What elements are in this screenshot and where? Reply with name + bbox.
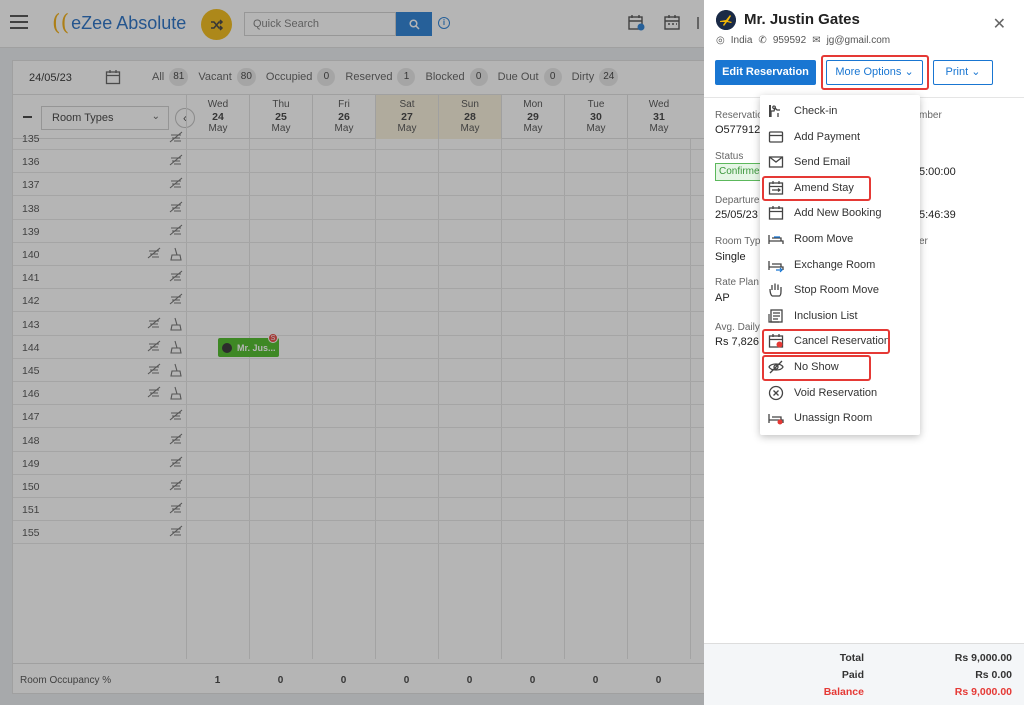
guest-avatar-icon: [716, 10, 736, 30]
bed-move-icon: [768, 231, 784, 247]
highlight-amend-stay: [762, 176, 871, 201]
guest-country: India: [730, 35, 753, 46]
menu-item-label: Add New Booking: [794, 207, 882, 220]
email-icon: ✉: [812, 35, 821, 46]
menu-item-stop-room-move[interactable]: Stop Room Move: [760, 278, 920, 302]
print-label: Print: [945, 66, 969, 78]
menu-item-label: Check-in: [794, 105, 838, 117]
guest-email[interactable]: jg@gmail.com: [827, 35, 891, 46]
menu-item-label: Inclusion List: [794, 309, 858, 322]
arrival-time: 5:00:00: [919, 166, 956, 178]
menu-item-label: Room Move: [794, 233, 854, 245]
bed-unassign-icon: [768, 410, 784, 426]
circle-x-icon: [768, 385, 784, 401]
rate-plan-label: Rate Plan: [715, 277, 759, 288]
check-in-icon: [768, 103, 784, 119]
menu-item-label: Send Email: [794, 156, 851, 169]
room-type-value: Single: [715, 251, 746, 263]
print-button[interactable]: Print ⌄: [933, 60, 993, 85]
total-value: Rs 9,000.00: [954, 652, 1012, 664]
balance-label: Balance: [823, 686, 864, 698]
total-label: Total: [839, 652, 864, 664]
envelope-icon: [768, 154, 784, 170]
menu-item-label: Exchange Room: [794, 258, 876, 271]
menu-item-void-reservation[interactable]: Void Reservation: [760, 381, 920, 405]
menu-item-room-move[interactable]: Room Move: [760, 227, 920, 251]
modal-backdrop[interactable]: [0, 0, 704, 705]
chevron-down-icon: ⌄: [971, 66, 981, 78]
menu-item-inclusion-list[interactable]: Inclusion List: [760, 304, 920, 328]
highlight-more-options: [821, 55, 929, 90]
guest-name: Mr. Justin Gates: [744, 11, 860, 28]
paid-label: Paid: [841, 669, 864, 681]
avg-daily-value: Rs 7,826.(: [715, 336, 766, 348]
more-options-menu: Check-in Add Payment Send Email Amend Stay A…: [760, 95, 920, 435]
bed-exchange-icon: [768, 257, 784, 273]
menu-item-label: Add Payment: [794, 130, 861, 143]
departure-date: 25/05/23: [715, 209, 758, 221]
edit-reservation-button[interactable]: Edit Reservation: [715, 60, 816, 85]
hand-stop-icon: [768, 282, 784, 298]
payment-card-icon: [768, 129, 784, 145]
balance-value: Rs 9,000.00: [954, 686, 1012, 698]
menu-item-label: Unassign Room: [794, 412, 873, 425]
highlight-no-show: [762, 355, 871, 381]
number-label: mber: [919, 110, 942, 121]
guest-phone: 959592: [772, 35, 807, 46]
location-icon: ◎: [716, 35, 725, 46]
phone-icon: ✆: [758, 35, 767, 46]
room-type-label: Room Type: [715, 236, 766, 247]
menu-item-check-in[interactable]: Check-in: [760, 99, 920, 123]
room-type-side-label: er: [919, 236, 928, 247]
menu-item-label: Void Reservation: [794, 386, 878, 399]
highlight-cancel-reservation: [762, 329, 890, 354]
departure-label: Departure: [715, 195, 760, 206]
close-icon[interactable]: ✕: [993, 14, 1006, 34]
rate-plan-value: AP: [715, 292, 730, 304]
status-badge: Confirmed: [715, 163, 765, 181]
menu-item-add-new-booking[interactable]: Add New Booking: [760, 201, 920, 225]
menu-item-send-email[interactable]: Send Email: [760, 150, 920, 174]
departure-time: 5:46:39: [919, 209, 956, 221]
status-label: Status: [715, 151, 744, 162]
paid-value: Rs 0.00: [975, 669, 1012, 681]
avg-daily-label: Avg. Daily: [715, 322, 760, 333]
totals-section: Total Rs 9,000.00 Paid Rs 0.00 Balance R…: [704, 643, 1024, 705]
guest-contact: ◎ India ✆ 959592 ✉ jg@gmail.com: [716, 35, 896, 46]
menu-item-add-payment[interactable]: Add Payment: [760, 125, 920, 149]
inclusion-list-icon: [768, 308, 784, 324]
menu-item-exchange-room[interactable]: Exchange Room: [760, 253, 920, 277]
calendar-icon: [768, 205, 784, 221]
menu-item-label: Stop Room Move: [794, 284, 879, 297]
menu-item-unassign-room[interactable]: Unassign Room: [760, 406, 920, 430]
